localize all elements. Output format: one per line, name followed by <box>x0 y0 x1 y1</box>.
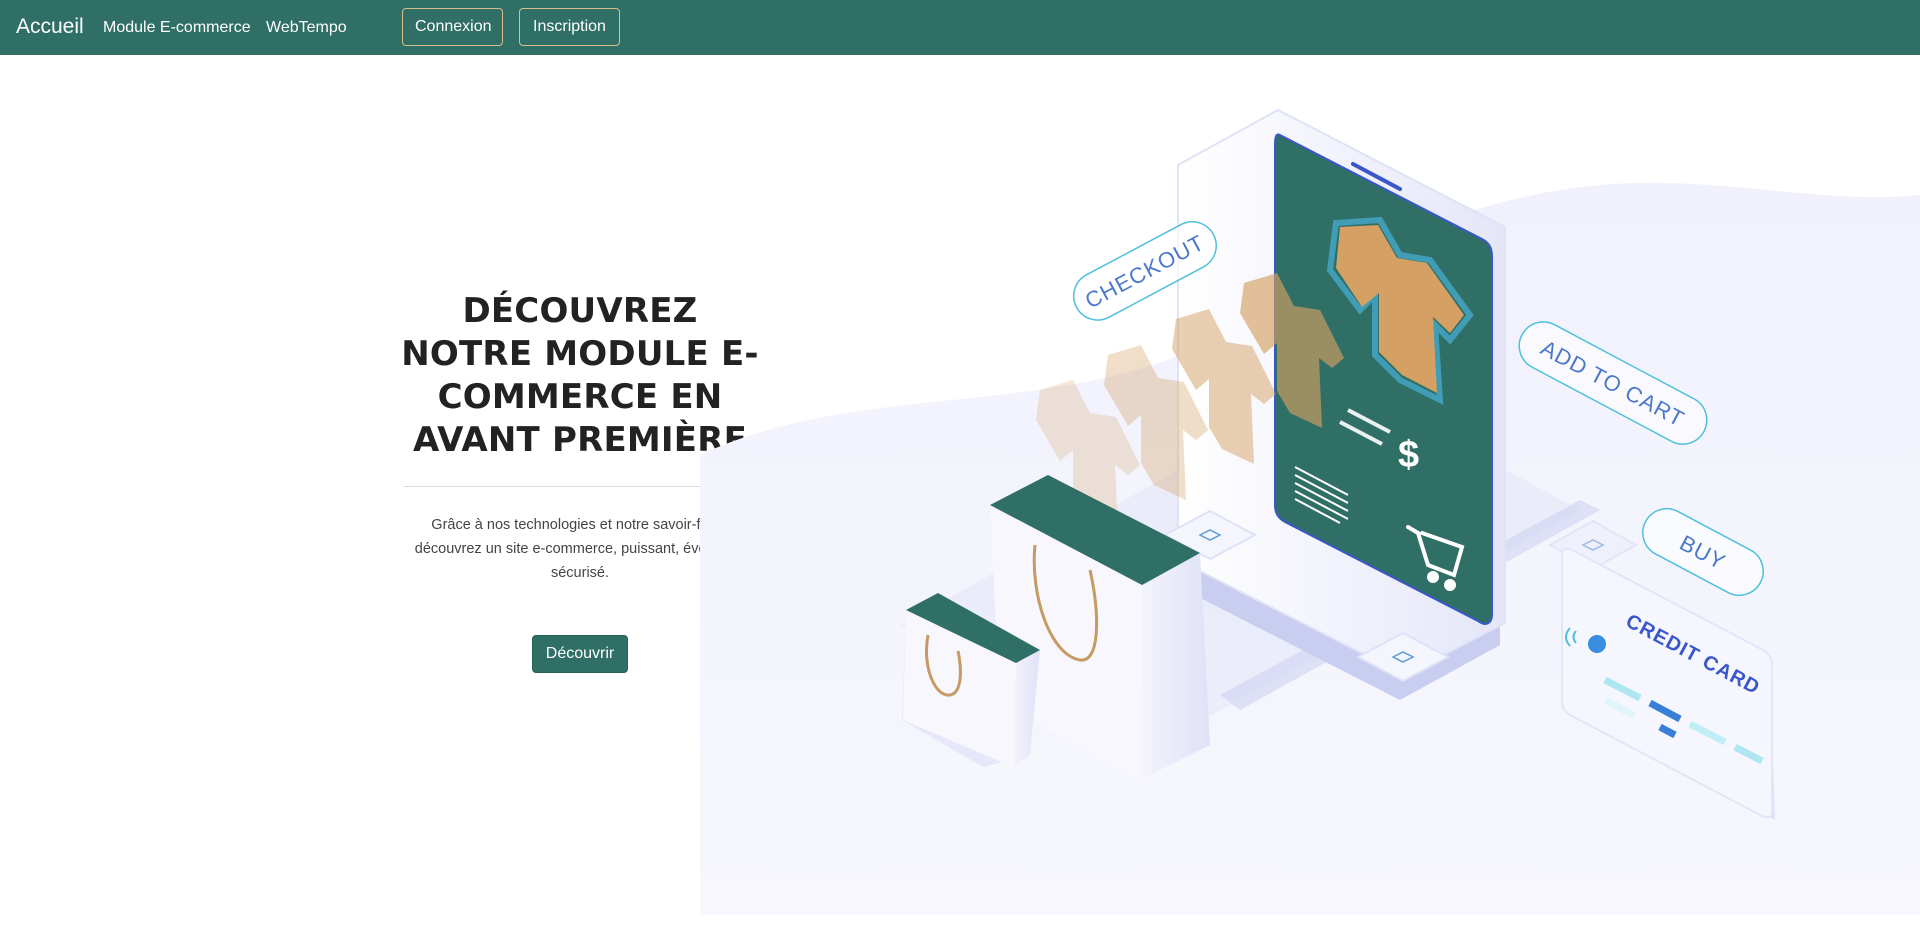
top-navbar: Accueil Module E-commerce WebTempo Conne… <box>0 0 1920 55</box>
card-chip <box>1588 635 1606 653</box>
dollar-sign: $ <box>1398 434 1419 476</box>
brand-link[interactable]: Accueil <box>16 15 84 39</box>
nav-link-ecommerce[interactable]: Module E-commerce <box>103 18 251 38</box>
ecommerce-illustration: $ CHECKOUT ADD TO CART BUY CREDIT CARD <box>700 108 1920 915</box>
discover-button[interactable]: Découvrir <box>531 635 629 673</box>
signup-button[interactable]: Inscription <box>519 8 620 46</box>
login-button[interactable]: Connexion <box>402 8 503 46</box>
nav-link-webtempo[interactable]: WebTempo <box>266 18 347 38</box>
